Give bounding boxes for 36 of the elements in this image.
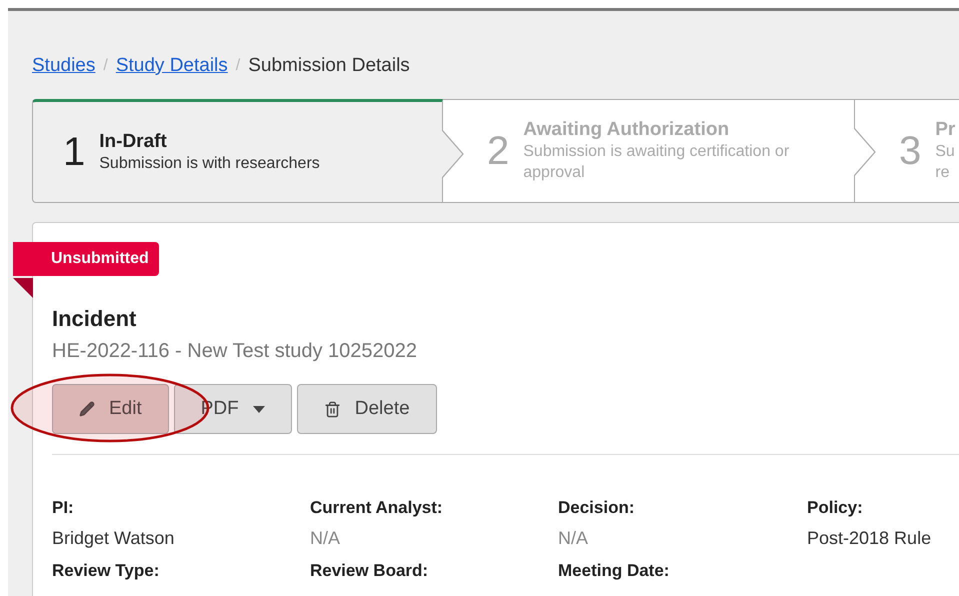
step-number: 2 (487, 128, 510, 174)
detail-label: Review Board: (310, 561, 430, 581)
breadcrumb-current-page: Submission Details (248, 55, 410, 77)
pencil-icon (79, 401, 95, 417)
breadcrumb-separator: / (103, 57, 108, 75)
delete-button[interactable]: Delete (296, 384, 437, 434)
breadcrumb-link[interactable]: Study Details (116, 55, 228, 77)
caret-icon (252, 406, 265, 412)
step-number: 1 (63, 130, 86, 174)
step-title: Pr (935, 119, 956, 141)
detail-label: Review Type: (52, 561, 160, 581)
detail-label: Meeting Date: (558, 561, 670, 581)
ribbon-fold-icon (13, 278, 33, 298)
step-title: Awaiting Authorization (523, 119, 730, 141)
step-description: approval (523, 163, 586, 183)
step-description: re (935, 163, 950, 183)
submission-title: Incident (52, 306, 138, 332)
detail-label: Current Analyst: (310, 498, 444, 518)
status-ribbon: Unsubmitted (13, 242, 159, 276)
edit-button[interactable]: Edit (52, 384, 169, 434)
detail-value: Bridget Watson (52, 528, 176, 549)
trash-icon (324, 400, 341, 418)
submission-subtitle: HE-2022-116 - New Test study 10252022 (52, 340, 418, 363)
detail-label: PI: (52, 498, 75, 518)
detail-value: N/A (558, 528, 590, 549)
detail-value: N/A (310, 528, 342, 549)
step-title: In-Draft (99, 130, 168, 152)
step-number: 3 (899, 128, 922, 174)
detail-value: Post-2018 Rule (807, 528, 932, 549)
step-description: Submission is awaiting certification or (523, 142, 790, 162)
step-description: Submission is with researchers (99, 154, 320, 174)
step-description: Su (935, 142, 956, 162)
breadcrumb-separator: / (236, 57, 240, 75)
breadcrumb-link[interactable]: Studies (32, 55, 96, 77)
detail-label: Decision: (558, 498, 636, 518)
detail-label: Policy: (807, 498, 864, 518)
